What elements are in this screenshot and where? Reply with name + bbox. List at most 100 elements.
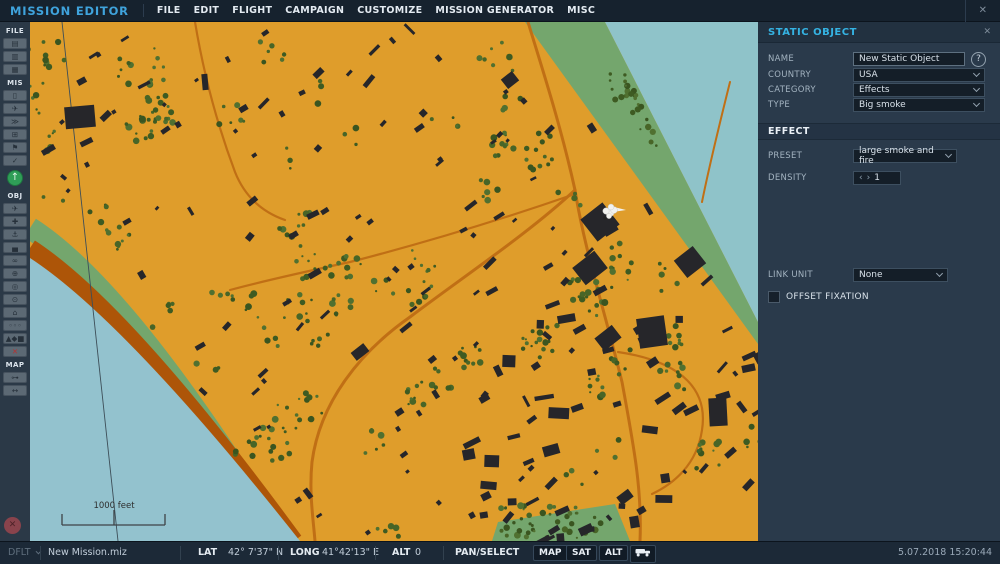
map-canvas[interactable]: 1000 feet xyxy=(30,22,758,541)
delete-object-button[interactable]: ✕ xyxy=(3,346,27,357)
mission-goals-button[interactable]: ⊞ xyxy=(3,129,27,140)
map-tree xyxy=(568,467,575,474)
add-zone-button[interactable]: ⊙ xyxy=(3,294,27,305)
map-tree xyxy=(466,360,471,365)
map-tree xyxy=(657,367,664,374)
add-shapes-button[interactable]: ▲◆■ xyxy=(3,333,27,344)
menu-edit[interactable]: EDIT xyxy=(194,5,220,16)
open-mission-button[interactable]: ▥ xyxy=(3,51,27,62)
help-icon[interactable]: ? xyxy=(971,52,986,67)
triggers-button[interactable]: ⚑ xyxy=(3,142,27,153)
map-tree xyxy=(655,144,658,147)
map-tree xyxy=(547,339,551,344)
show-units-button[interactable] xyxy=(630,545,656,563)
country-dropdown[interactable]: USA xyxy=(853,68,985,82)
exit-button[interactable]: ✕ xyxy=(4,517,21,534)
menu-campaign[interactable]: CAMPAIGN xyxy=(285,5,344,16)
map-tree xyxy=(363,451,368,455)
panel-close-icon[interactable]: ✕ xyxy=(983,27,1000,37)
mission-check-button[interactable]: ✓ xyxy=(3,155,27,166)
decrement-icon[interactable]: ‹ xyxy=(859,173,863,183)
map-tree xyxy=(45,63,53,71)
failures-button[interactable]: ≫ xyxy=(3,116,27,127)
theme-selector[interactable]: DFLT xyxy=(8,547,41,558)
map-tree xyxy=(633,96,637,101)
map-tree xyxy=(608,72,612,76)
map-tree xyxy=(615,437,622,443)
density-stepper[interactable]: ‹ › 1 xyxy=(853,171,901,185)
map-tree xyxy=(285,146,289,150)
map-tree xyxy=(47,134,51,138)
map-options-button[interactable]: ⊶ xyxy=(3,372,27,383)
map-tree xyxy=(320,411,324,415)
save-mission-button[interactable]: ▦ xyxy=(3,64,27,75)
map-tree xyxy=(573,191,577,196)
map-tree xyxy=(271,415,279,423)
add-vehicle-button[interactable]: ▄ xyxy=(3,242,27,253)
mission-options-button[interactable]: ✈ xyxy=(3,103,27,114)
map-tree xyxy=(334,313,338,317)
map-tree xyxy=(600,385,605,390)
menu-misc[interactable]: MISC xyxy=(567,5,595,16)
map-tree xyxy=(301,223,306,227)
map-tree xyxy=(301,255,304,258)
map-tree xyxy=(667,340,673,346)
increment-icon[interactable]: › xyxy=(867,173,871,183)
map-tree xyxy=(664,361,671,368)
map-tree xyxy=(354,142,358,147)
map-building xyxy=(536,319,545,329)
add-waypoint-button[interactable]: ⊕ xyxy=(3,268,27,279)
preset-dropdown[interactable]: large smoke and fire xyxy=(853,146,957,166)
map-tree xyxy=(152,107,159,113)
toolbar-toggle-button[interactable]: ↑ xyxy=(7,170,23,186)
divider xyxy=(443,546,444,560)
layer-button-sat[interactable]: SAT xyxy=(566,545,597,561)
map-tree xyxy=(212,366,219,373)
map-tree xyxy=(491,63,496,68)
map-tree xyxy=(461,364,467,371)
map-tree xyxy=(161,77,166,83)
layer-button-alt[interactable]: ALT xyxy=(599,545,629,561)
menu-mission-generator[interactable]: MISSION GENERATOR xyxy=(435,5,554,16)
add-static-object-button[interactable]: ⌂ xyxy=(3,307,27,318)
map-svg[interactable]: 1000 feet xyxy=(30,22,758,541)
vehicle-icon xyxy=(635,549,650,557)
new-mission-button[interactable]: ▤ xyxy=(3,38,27,49)
map-tree xyxy=(617,253,622,259)
menu-flight[interactable]: FLIGHT xyxy=(232,5,272,16)
type-dropdown[interactable]: Big smoke xyxy=(853,98,985,112)
add-helicopter-button[interactable]: ✚ xyxy=(3,216,27,227)
link-unit-dropdown[interactable]: None xyxy=(853,268,948,282)
map-tree xyxy=(545,325,550,330)
menu-customize[interactable]: CUSTOMIZE xyxy=(357,5,422,16)
long-label: LONG xyxy=(290,547,320,558)
add-airplane-button[interactable]: ✈ xyxy=(3,203,27,214)
add-ship-button[interactable]: ⚓ xyxy=(3,229,27,240)
link-unit-value: None xyxy=(859,270,883,280)
map-tree xyxy=(297,212,301,216)
map-tree xyxy=(561,526,569,533)
map-tree xyxy=(616,372,622,377)
add-group-button[interactable]: ∞ xyxy=(3,255,27,266)
map-tree xyxy=(297,292,303,298)
map-tree xyxy=(87,209,93,215)
add-bullseye-button[interactable]: ◎ xyxy=(3,281,27,292)
map-tree xyxy=(481,194,485,199)
add-template-button[interactable]: ◦◦◦ xyxy=(3,320,27,331)
map-building xyxy=(629,515,640,529)
menu-file[interactable]: FILE xyxy=(157,5,181,16)
measure-distance-button[interactable]: ↔ xyxy=(3,385,27,396)
map-tree xyxy=(546,503,554,510)
map-building xyxy=(675,315,683,323)
offset-fixation-checkbox[interactable] xyxy=(768,291,780,303)
map-tree xyxy=(395,533,401,539)
chevron-down-icon xyxy=(944,150,953,159)
name-input[interactable]: New Static Object xyxy=(853,52,965,66)
map-tree xyxy=(593,279,600,286)
map-building xyxy=(655,494,673,504)
briefing-button[interactable]: ▯ xyxy=(3,90,27,101)
category-dropdown[interactable]: Effects xyxy=(853,83,985,97)
layer-button-map[interactable]: MAP xyxy=(533,545,568,561)
map-tree xyxy=(679,364,686,371)
window-close-icon[interactable]: ✕ xyxy=(964,0,1000,22)
